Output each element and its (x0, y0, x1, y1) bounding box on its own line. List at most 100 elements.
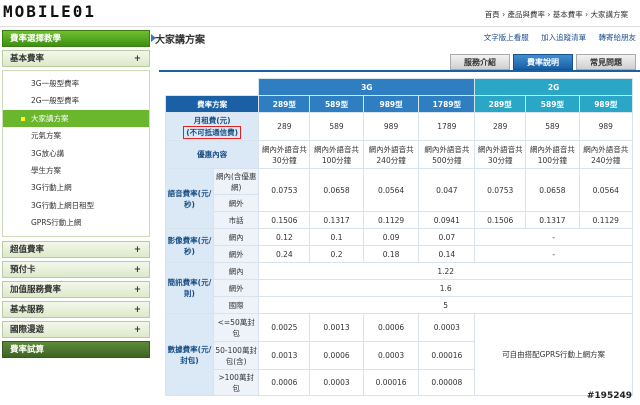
sidebar-item[interactable]: 3G放心講 (3, 145, 149, 162)
rate-table: 3G 2G 費率方案 289型 589型 989型 1789型 289型 589… (164, 78, 634, 396)
table-cell: 0.0013 (309, 313, 364, 342)
table-cell: 0.0013 (258, 341, 311, 370)
table-cell: 0.12 (258, 228, 311, 246)
plan-header: 費率方案 (164, 95, 260, 113)
forward-link[interactable]: 轉寄給朋友 (599, 33, 637, 42)
table-row: 網外 1.6 (166, 279, 633, 297)
print-link[interactable]: 文字版上看服 (484, 33, 529, 42)
table-cell: 0.1506 (474, 211, 527, 229)
video-in-label: 網內 (212, 228, 260, 246)
video-label: 影像費率(元/秒) (165, 228, 214, 263)
sidebar-item[interactable]: GPRS行動上網 (3, 214, 149, 231)
table-row: 優惠內容 網內外語音共30分鐘 網內外語音共100分鐘 網內外語音共240分鐘 … (164, 140, 634, 169)
sidebar-vas-rates[interactable]: 加值服務費率 + (2, 280, 150, 298)
table-cell: 0.0753 (474, 168, 527, 212)
plan-name: 589型 (309, 95, 364, 113)
table-cell: 1.22 (258, 262, 633, 280)
plus-icon: + (133, 264, 141, 275)
track-link[interactable]: 加入追蹤清單 (541, 33, 586, 42)
table-cell: 0.0658 (525, 168, 580, 212)
table-cell: 0.00016 (418, 341, 476, 370)
table-cell: 0.0003 (362, 341, 420, 370)
plus-icon: + (133, 244, 141, 255)
table-cell: 網內外語音共240分鐘 (578, 140, 634, 169)
sidebar-item[interactable]: 3G行動上網日租型 (3, 197, 149, 214)
monthly-label: 月租費(元) (193, 115, 231, 125)
table-row: 語音費率(元/秒) 網內(含優惠網) 0.0753 0.0658 0.0564 … (165, 168, 634, 229)
tabs: 服務介紹 費率說明 常見問題 (447, 54, 636, 70)
sidebar-item[interactable]: 2G一般型費率 (3, 92, 149, 109)
sms-label: 簡訊費率(元/則) (165, 262, 214, 314)
group-2g: 2G (474, 78, 633, 96)
table-cell: 0.18 (362, 245, 420, 263)
table-row: 市話 0.1506 0.1317 0.1129 0.0941 0.1506 0.… (166, 211, 634, 229)
sidebar-prepaid[interactable]: 預付卡 + (2, 260, 150, 278)
sidebar-roaming[interactable]: 國際漫遊 + (2, 320, 150, 338)
sidebar-item[interactable]: 學生方案 (3, 162, 149, 179)
table-cell: 0.1129 (362, 211, 420, 229)
data-label: 數據費率(元/封包) (165, 313, 214, 396)
sidebar-basic-rates[interactable]: 基本費率 + (2, 50, 150, 67)
table-cell: 289 (474, 112, 527, 141)
table-cell: 0.00008 (418, 369, 476, 396)
sidebar-label: 基本服務 (10, 304, 45, 315)
voice-label: 語音費率(元/秒) (165, 168, 214, 229)
video-out-label: 網外 (212, 245, 260, 263)
table-cell: 0.14 (418, 245, 476, 263)
plan-name: 289型 (258, 95, 311, 113)
plus-icon: + (133, 54, 141, 64)
sms-in-label: 網內 (212, 262, 260, 280)
sms-intl-label: 國際 (212, 296, 260, 314)
table-cell: 網內外語音共100分鐘 (525, 140, 580, 169)
voice-out-label: 網外 (212, 194, 260, 212)
table-cell: 0.1317 (525, 211, 580, 229)
tab-rate-description[interactable]: 費率說明 (513, 54, 573, 70)
tab-underline (159, 70, 640, 72)
plus-icon: + (133, 324, 141, 335)
data-2g-note: 可自由搭配GPRS行動上網方案 (474, 313, 633, 396)
sidebar-label: 國際漫遊 (10, 324, 45, 335)
table-cell: 網內外語音共30分鐘 (258, 140, 311, 169)
sidebar-basic-services[interactable]: 基本服務 + (2, 300, 150, 318)
plus-icon: + (133, 304, 141, 315)
tab-faq[interactable]: 常見問題 (576, 54, 636, 70)
table-cell: 網內外語音共100分鐘 (309, 140, 364, 169)
sidebar-rate-guide[interactable]: 費率選擇教學 (2, 30, 150, 47)
sidebar-label: 預付卡 (10, 264, 36, 275)
sidebar-value-rates[interactable]: 超值費率 + (2, 240, 150, 258)
breadcrumb: 首頁 › 產品與費率 › 基本費率 › 大家講方案 (484, 10, 628, 19)
table-cell: 0.0025 (258, 313, 311, 342)
table-cell: 5 (258, 296, 633, 314)
sidebar: 費率選擇教學 基本費率 + 3G一般型費率 2G一般型費率 大家講方案 元氣方案 … (0, 30, 151, 405)
plan-name: 989型 (578, 95, 634, 113)
table-cell: 0.1317 (309, 211, 364, 229)
table-cell: 0.00016 (362, 369, 420, 396)
table-cell: 0.0003 (418, 313, 476, 342)
table-cell: 0.07 (418, 228, 476, 246)
table-row: 月租費(元) (不可抵通信費) 289 589 989 1789 289 589 … (164, 112, 634, 141)
sidebar-label: 超值費率 (10, 244, 45, 255)
sidebar-rate-calculator[interactable]: 費率試算 (2, 340, 150, 358)
sidebar-item[interactable]: 元氣方案 (3, 127, 149, 144)
table-cell: 0.24 (258, 245, 311, 263)
tab-service-intro[interactable]: 服務介紹 (450, 54, 510, 70)
table-cell: 0.0006 (362, 313, 420, 342)
data-tier-label: >100萬封包 (212, 369, 260, 396)
plus-icon: + (133, 284, 141, 295)
sidebar-item[interactable]: 3G一般型費率 (3, 75, 149, 92)
table-cell: 0.0006 (258, 369, 311, 396)
table-cell: - (474, 228, 633, 246)
sidebar-item-active[interactable]: 大家講方案 (3, 109, 149, 128)
plan-name: 589型 (525, 95, 580, 113)
table-cell: 0.0006 (309, 341, 364, 370)
table-row: 3G 2G (165, 78, 633, 96)
plan-name: 989型 (362, 95, 420, 113)
sidebar-item[interactable]: 3G行動上網 (3, 179, 149, 196)
table-cell: - (474, 245, 633, 263)
table-cell: 0.1 (309, 228, 364, 246)
voice-land-label: 市話 (212, 211, 260, 229)
site-logo[interactable]: MOBILE01 (3, 2, 96, 21)
table-cell: 0.1506 (258, 211, 311, 229)
offer-label: 優惠內容 (164, 140, 260, 169)
plan-name: 1789型 (418, 95, 476, 113)
